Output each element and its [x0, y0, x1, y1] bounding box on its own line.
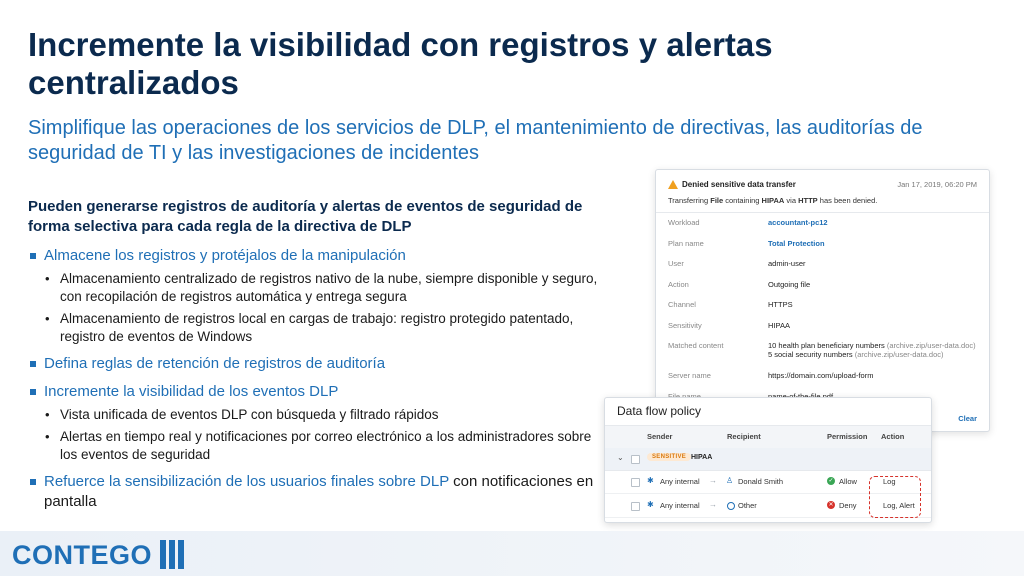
field-channel: Channel HTTPS — [668, 300, 793, 309]
dot-bullet-icon: • — [45, 271, 50, 286]
chevron-down-icon[interactable]: ⌄ — [617, 453, 624, 462]
deny-x-icon: ✕ — [827, 501, 835, 509]
event-title: Denied sensitive data transfer — [682, 180, 796, 189]
event-details-card: Denied sensitive data transfer Jan 17, 2… — [655, 169, 990, 432]
lead-text: Pueden generarse registros de auditoría … — [28, 198, 583, 235]
asterisk-icon: ✱ — [647, 500, 654, 509]
subbullet-local-storage: • Almacenamiento de registros local en c… — [45, 311, 574, 344]
event-timestamp: Jan 17, 2019, 06:20 PM — [897, 180, 977, 189]
subbullet-cloud-storage: • Almacenamiento centralizado de registr… — [45, 271, 598, 304]
field-sensitivity: Sensitivity HIPAA — [668, 320, 790, 330]
field-server-name: Server name https://domain.com/upload-for… — [668, 371, 874, 380]
action-highlight-box — [869, 476, 921, 518]
header-recipient: Recipient — [727, 432, 761, 441]
bullet-visibility: Incremente la visibilidad de los eventos… — [28, 382, 608, 402]
square-bullet-icon — [30, 361, 36, 367]
field-matched-content: Matched content 10 health plan beneficia… — [668, 341, 976, 359]
page-title: Incremente la visibilidad con registros … — [28, 26, 773, 101]
square-bullet-icon — [30, 479, 36, 485]
plan-link[interactable]: Total Protection — [768, 239, 825, 248]
policy-group-row[interactable]: ⌄ SENSITIVE HIPAA — [605, 448, 931, 471]
field-workload: Workload accountant-pc12 — [668, 218, 828, 227]
group-checkbox[interactable] — [631, 455, 640, 464]
policy-title: Data flow policy — [617, 404, 702, 418]
asterisk-icon: ✱ — [647, 476, 654, 485]
circle-icon — [727, 502, 735, 510]
field-user: User admin-user — [668, 259, 806, 268]
bullet-retention-rules: Defina reglas de retención de registros … — [28, 354, 608, 374]
warning-icon — [668, 180, 678, 189]
subbullet-unified-view: • Vista unificada de eventos DLP con bús… — [45, 407, 439, 422]
arrow-right-icon: → — [709, 476, 717, 485]
dot-bullet-icon: • — [45, 429, 50, 444]
policy-table-header: Sender Recipient Permission Action — [605, 425, 931, 449]
subbullet-realtime-alerts: • Alertas en tiempo real y notificacione… — [45, 429, 592, 462]
bullet-user-awareness: Refuerce la sensibilización de los usuar… — [28, 472, 608, 512]
dot-bullet-icon: • — [45, 311, 50, 326]
group-name: HIPAA — [691, 454, 713, 461]
clear-button[interactable]: Clear — [958, 414, 977, 423]
row-checkbox[interactable] — [631, 478, 640, 487]
row-checkbox[interactable] — [631, 502, 640, 511]
header-permission: Permission — [827, 432, 868, 441]
event-header: Denied sensitive data transfer Jan 17, 2… — [668, 180, 977, 206]
user-icon: ♙ — [726, 476, 734, 485]
logo-text: CONTEGO — [12, 540, 153, 570]
divider — [656, 212, 989, 213]
workload-link[interactable]: accountant-pc12 — [768, 218, 828, 227]
allow-check-icon: ✓ — [827, 477, 835, 485]
field-plan-name: Plan name Total Protection — [668, 238, 825, 248]
event-description: Transferring File containing HIPAA via H… — [668, 196, 878, 205]
footer-bar — [0, 531, 1024, 576]
bullet-list: Almacene los registros y protéjalos de l… — [28, 246, 608, 512]
event-fields: Workload accountant-pc12 Plan name Total P… — [668, 218, 977, 412]
header-sender: Sender — [647, 432, 673, 441]
square-bullet-icon — [30, 253, 36, 259]
bullet-store-logs: Almacene los registros y protéjalos de l… — [28, 246, 608, 266]
arrow-right-icon: → — [709, 500, 717, 509]
logo-bars-icon — [160, 540, 188, 569]
square-bullet-icon — [30, 389, 36, 395]
page-subtitle: Simplifique las operaciones de los servi… — [28, 117, 923, 164]
dot-bullet-icon: • — [45, 407, 50, 422]
sensitive-badge: SENSITIVE — [647, 453, 692, 461]
header-action: Action — [881, 432, 905, 441]
field-action: Action Outgoing file — [668, 279, 811, 289]
